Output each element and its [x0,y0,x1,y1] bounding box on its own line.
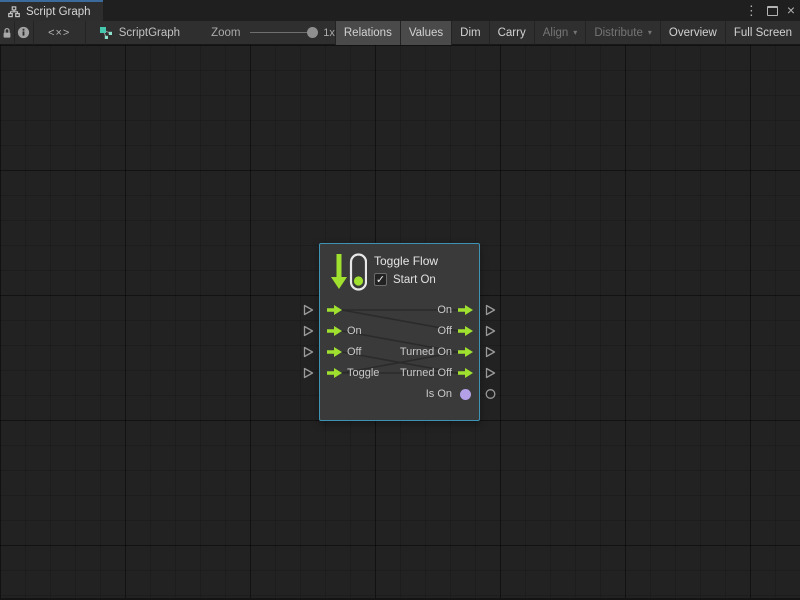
flow-input-port[interactable] [327,326,342,336]
flow-input-port[interactable] [327,347,342,357]
code-icon: <×> [48,27,70,39]
output-port-label: On [437,303,452,317]
distribute-label: Distribute [594,21,643,45]
external-value-port[interactable] [485,388,496,400]
toggle-flow-icon [329,253,367,291]
relations-button[interactable]: Relations [335,21,400,45]
info-button[interactable] [15,21,34,45]
external-flow-port[interactable] [485,325,496,337]
start-on-label: Start On [393,274,436,286]
values-button[interactable]: Values [400,21,451,45]
output-port-label: Turned Off [400,366,452,380]
align-dropdown[interactable]: Align ▾ [534,21,586,45]
chevron-down-icon: ▾ [573,21,577,45]
tab-label: Script Graph [26,6,91,18]
align-label: Align [543,21,569,45]
info-icon [17,26,30,39]
input-port-label: On [347,324,362,338]
start-on-checkbox[interactable]: ✓ [374,273,387,286]
zoom-value: 1x [323,27,335,39]
graph-tab-icon [8,6,20,18]
external-flow-port[interactable] [303,346,314,358]
value-output-port[interactable] [460,389,471,400]
zoom-slider-handle[interactable] [307,27,318,38]
output-port-label: Is On [426,387,452,401]
chevron-down-icon: ▾ [648,21,652,45]
node-header: Toggle Flow ✓ Start On [329,253,438,291]
overview-button[interactable]: Overview [660,21,725,45]
code-preview-button[interactable]: <×> [34,21,86,45]
toolbar-button-group: Relations Values Dim Carry Align ▾ Distr… [335,21,800,45]
external-flow-port[interactable] [303,304,314,316]
flow-output-port[interactable] [458,347,473,357]
zoom-label: Zoom [211,27,240,39]
external-flow-port[interactable] [485,304,496,316]
flow-output-port[interactable] [458,326,473,336]
lock-button[interactable] [0,21,15,45]
external-flow-port[interactable] [303,325,314,337]
script-graph-icon [99,26,113,40]
graph-name-label: ScriptGraph [119,27,180,39]
carry-button[interactable]: Carry [489,21,534,45]
full-screen-button[interactable]: Full Screen [725,21,800,45]
external-flow-port[interactable] [485,346,496,358]
flow-output-port[interactable] [458,305,473,315]
graph-canvas[interactable]: Toggle Flow ✓ Start On On Off Toggle [0,45,800,600]
close-icon[interactable]: × [787,0,795,21]
tab-script-graph[interactable]: Script Graph [0,0,103,21]
titlebar: Script Graph ⋮ × [0,0,800,21]
node-title: Toggle Flow [374,254,438,268]
lock-icon [1,27,13,39]
input-port-label: Toggle [347,366,379,380]
menu-kebab-icon[interactable]: ⋮ [745,0,758,21]
zoom-slider[interactable] [250,32,315,33]
script-graph-window: Script Graph ⋮ × [0,0,800,600]
flow-input-port[interactable] [327,368,342,378]
distribute-dropdown[interactable]: Distribute ▾ [585,21,660,45]
window-controls: ⋮ × [745,0,795,21]
external-flow-port[interactable] [485,367,496,379]
graph-breadcrumb[interactable]: ScriptGraph [99,26,180,40]
dim-button[interactable]: Dim [451,21,488,45]
output-port-label: Turned On [400,345,452,359]
toggle-flow-node[interactable]: Toggle Flow ✓ Start On On Off Toggle [319,243,480,421]
input-port-label: Off [347,345,361,359]
output-port-label: Off [438,324,452,338]
graph-toolbar: <×> ScriptGraph Zoom 1x Relations Values… [0,21,800,45]
flow-input-port[interactable] [327,305,342,315]
flow-output-port[interactable] [458,368,473,378]
external-flow-port[interactable] [303,367,314,379]
maximize-icon[interactable] [767,6,778,16]
